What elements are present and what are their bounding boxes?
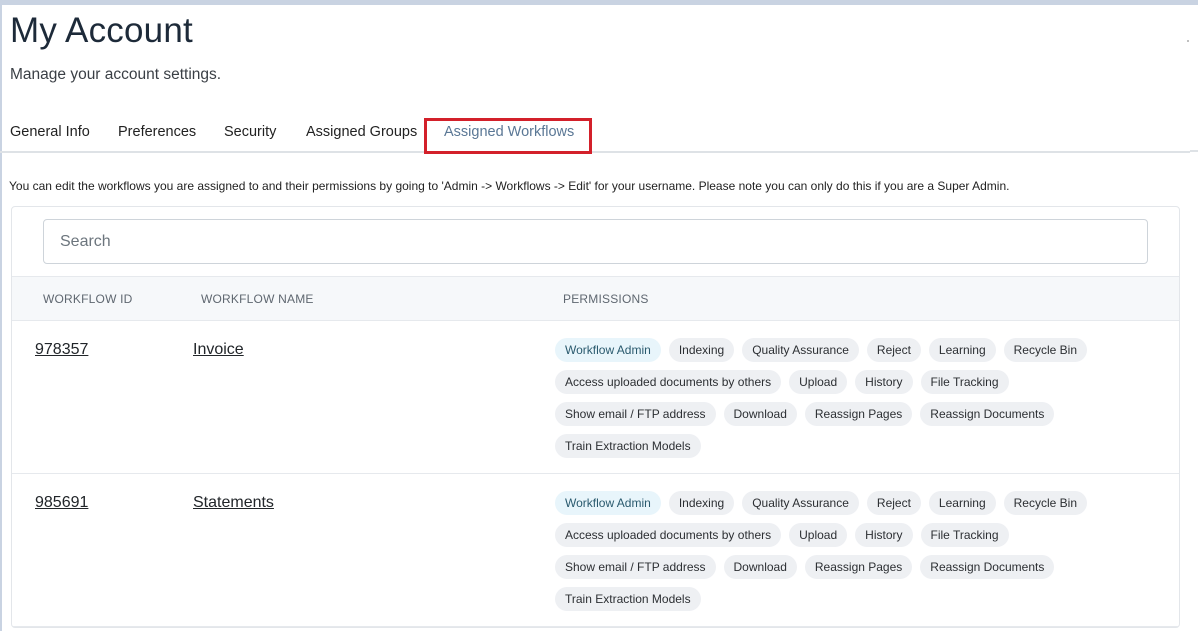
workflows-card: WORKFLOW ID WORKFLOW NAME PERMISSIONS 97… xyxy=(11,206,1180,628)
permission-chip: Upload xyxy=(789,370,848,394)
permission-chip: Upload xyxy=(789,523,848,547)
tab-general-info[interactable]: General Info xyxy=(10,124,90,140)
tab-divider xyxy=(1190,150,1198,152)
permission-chip: Recycle Bin xyxy=(1003,338,1087,362)
permission-chip: File Tracking xyxy=(920,523,1009,547)
permission-chip: Access uploaded documents by others xyxy=(555,523,782,547)
window-top-border xyxy=(0,0,1198,5)
workflow-name-link[interactable]: Statements xyxy=(193,494,274,512)
permission-chip: Show email / FTP address xyxy=(555,402,716,426)
permission-chip: Recycle Bin xyxy=(1003,491,1087,515)
search-input[interactable] xyxy=(43,219,1148,264)
permission-chip: Reassign Documents xyxy=(920,402,1055,426)
permission-chip: Indexing xyxy=(668,338,735,362)
permission-chip: History xyxy=(855,370,913,394)
permission-chip: Train Extraction Models xyxy=(555,587,701,611)
tab-security[interactable]: Security xyxy=(224,124,276,140)
column-workflow-name: WORKFLOW NAME xyxy=(201,292,314,306)
tab-assigned-groups[interactable]: Assigned Groups xyxy=(306,124,417,140)
permission-chip: Workflow Admin xyxy=(555,491,661,515)
permission-chip: Train Extraction Models xyxy=(555,434,701,458)
permission-chip: Reject xyxy=(866,491,921,515)
permission-chip: Access uploaded documents by others xyxy=(555,370,782,394)
permission-chip: Download xyxy=(723,555,797,579)
permission-chip: Workflow Admin xyxy=(555,338,661,362)
column-workflow-id: WORKFLOW ID xyxy=(43,292,133,306)
table-header: WORKFLOW ID WORKFLOW NAME PERMISSIONS xyxy=(12,276,1179,321)
window-left-border xyxy=(0,0,2,631)
permission-chip: Quality Assurance xyxy=(742,338,859,362)
permission-chip: Learning xyxy=(928,338,996,362)
permission-chip: File Tracking xyxy=(920,370,1009,394)
permission-chip: Reassign Documents xyxy=(920,555,1055,579)
permission-chip: Reassign Pages xyxy=(804,555,913,579)
permission-chip: Indexing xyxy=(668,491,735,515)
permission-chip: History xyxy=(855,523,913,547)
permission-chip: Reject xyxy=(866,338,921,362)
permission-chip: Learning xyxy=(928,491,996,515)
workflow-name-link[interactable]: Invoice xyxy=(193,341,244,359)
permission-chip: Quality Assurance xyxy=(742,491,859,515)
workflow-id-link[interactable]: 978357 xyxy=(35,341,88,359)
permissions-list: Workflow Admin Indexing Quality Assuranc… xyxy=(555,338,1155,466)
table-row: 978357 Invoice Workflow Admin Indexing Q… xyxy=(12,321,1179,474)
permission-chip: Download xyxy=(723,402,797,426)
workflow-id-link[interactable]: 985691 xyxy=(35,494,88,512)
permissions-list: Workflow Admin Indexing Quality Assuranc… xyxy=(555,491,1155,619)
scroll-marker xyxy=(1187,40,1189,42)
page-title: My Account xyxy=(10,11,193,50)
permission-chip: Reassign Pages xyxy=(804,402,913,426)
column-permissions: PERMISSIONS xyxy=(563,292,649,306)
tab-preferences[interactable]: Preferences xyxy=(118,124,196,140)
workflow-info-text: You can edit the workflows you are assig… xyxy=(9,179,1010,193)
page-subtitle: Manage your account settings. xyxy=(10,66,222,83)
account-tabs: General Info Preferences Security Assign… xyxy=(0,116,1190,153)
permission-chip: Show email / FTP address xyxy=(555,555,716,579)
active-tab-highlight-box xyxy=(424,118,592,154)
table-row: 985691 Statements Workflow Admin Indexin… xyxy=(12,474,1179,627)
